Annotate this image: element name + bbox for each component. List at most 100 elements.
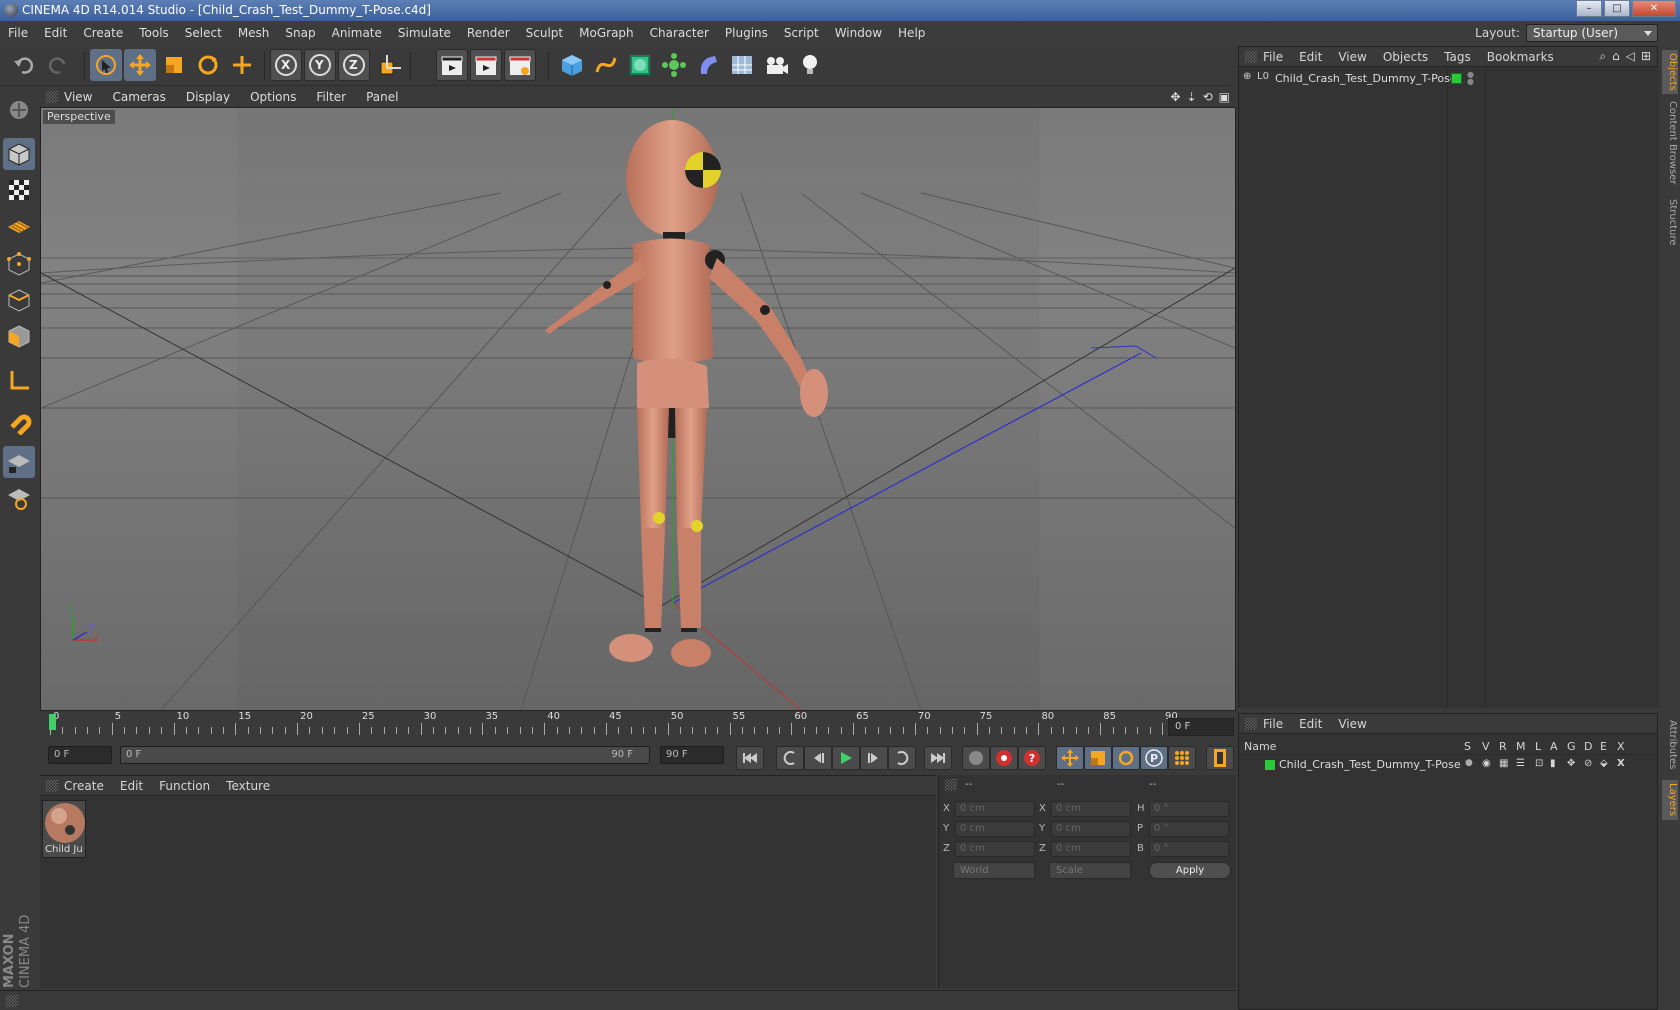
add-nurbs-button[interactable] (624, 49, 656, 81)
play-button[interactable] (832, 746, 860, 770)
material-swatch[interactable]: Child Ju (42, 800, 86, 858)
object-back-icon[interactable]: ◁ (1626, 49, 1635, 64)
layer-menu-file[interactable]: File (1263, 717, 1283, 731)
edges-mode-button[interactable] (3, 284, 35, 316)
rotation-b-field[interactable]: 0 ° (1149, 841, 1229, 857)
move-tool-button[interactable] (124, 49, 156, 81)
coordinate-system-button[interactable] (374, 49, 406, 81)
object-home-icon[interactable]: ⌂ (1612, 49, 1620, 64)
tab-structure[interactable]: Structure (1662, 194, 1678, 250)
go-to-start-button[interactable] (736, 746, 764, 770)
points-mode-button[interactable] (3, 248, 35, 280)
add-spline-button[interactable] (590, 49, 622, 81)
recent-tool-button[interactable] (226, 49, 258, 81)
key-position-button[interactable] (1056, 746, 1084, 770)
go-to-end-button[interactable] (924, 746, 952, 770)
menu-help[interactable]: Help (898, 26, 925, 40)
playhead[interactable] (49, 714, 56, 730)
scale-tool-button[interactable] (158, 49, 190, 81)
tab-content-browser[interactable]: Content Browser (1662, 98, 1678, 188)
position-z-field[interactable]: 0 cm (955, 841, 1035, 857)
layer-render-icon[interactable]: ▦ (1499, 758, 1508, 769)
planar-workplane-button[interactable] (3, 482, 35, 514)
key-rotation-button[interactable] (1112, 746, 1140, 770)
viewport-menu-panel[interactable]: Panel (366, 90, 398, 104)
viewport-menu-view[interactable]: View (64, 90, 92, 104)
visibility-dots-icon[interactable]: ● ● (1467, 71, 1474, 86)
layer-expression-icon[interactable]: ⬙ (1600, 758, 1608, 769)
layer-col-generators[interactable]: G (1567, 740, 1576, 753)
layer-generator-icon[interactable]: ✥ (1567, 758, 1575, 769)
axis-y-button[interactable]: Y (304, 49, 336, 81)
layer-col-solo[interactable]: S (1464, 740, 1471, 753)
layer-xref-icon[interactable]: X (1617, 758, 1625, 769)
next-key-button[interactable] (888, 746, 916, 770)
record-keys-button[interactable] (962, 746, 990, 770)
axis-z-button[interactable]: Z (338, 49, 370, 81)
maximize-button[interactable]: □ (1604, 0, 1630, 17)
menu-mesh[interactable]: Mesh (238, 26, 270, 40)
size-y-field[interactable]: 0 cm (1051, 821, 1131, 837)
render-settings-button[interactable] (504, 49, 536, 81)
layer-menu-edit[interactable]: Edit (1299, 717, 1322, 731)
menu-window[interactable]: Window (835, 26, 882, 40)
layer-col-animation[interactable]: A (1550, 740, 1558, 753)
menu-plugins[interactable]: Plugins (725, 26, 768, 40)
locked-workplane-button[interactable] (3, 446, 35, 478)
layer-row[interactable]: Child_Crash_Test_Dummy_T-Pose ● ◉ ▦ ☰ ⊡ … (1239, 756, 1659, 774)
object-row[interactable]: ⊕ L0 Child_Crash_Test_Dummy_T-Pose ● ● (1239, 70, 1659, 88)
record-button[interactable] (990, 746, 1018, 770)
layer-col-manager[interactable]: M (1516, 740, 1526, 753)
layer-lock-icon[interactable]: ⊡ (1535, 758, 1543, 769)
layer-eye-icon[interactable]: ◉ (1482, 758, 1491, 769)
object-menu-bookmarks[interactable]: Bookmarks (1487, 50, 1554, 64)
layer-col-deformers[interactable]: D (1584, 740, 1592, 753)
layer-col-render[interactable]: R (1499, 740, 1507, 753)
layer-color-swatch[interactable] (1451, 73, 1462, 84)
rotation-p-field[interactable]: 0 ° (1149, 821, 1229, 837)
viewport-menu-options[interactable]: Options (250, 90, 296, 104)
object-menu-view[interactable]: View (1338, 50, 1366, 64)
range-slider[interactable]: 0 F 90 F (120, 746, 650, 764)
workplane-mode-button[interactable] (3, 210, 35, 242)
timeline-ruler[interactable]: 0 5 10 15 20 25 30 35 40 45 50 55 60 65 70 75 80 85 90 (40, 711, 1236, 736)
live-selection-button[interactable] (90, 49, 122, 81)
apply-button[interactable]: Apply (1149, 862, 1231, 879)
layer-col-xref[interactable]: X (1617, 740, 1625, 753)
menu-character[interactable]: Character (650, 26, 709, 40)
minimize-button[interactable]: – (1576, 0, 1602, 17)
tab-layers[interactable]: Layers (1662, 780, 1678, 820)
model-mode-button[interactable] (3, 138, 35, 170)
size-x-field[interactable]: 0 cm (1051, 801, 1131, 817)
object-search-icon[interactable]: ⌕ (1599, 49, 1606, 64)
size-mode-dropdown[interactable]: Scale (1049, 862, 1131, 879)
menu-simulate[interactable]: Simulate (398, 26, 451, 40)
add-environment-button[interactable] (726, 49, 758, 81)
layer-manager-icon[interactable]: ☰ (1516, 758, 1525, 769)
viewport-maximize-icon[interactable]: ▣ (1219, 90, 1230, 104)
object-menu-edit[interactable]: Edit (1299, 50, 1322, 64)
timeline-window-button[interactable] (1206, 746, 1234, 770)
current-frame-field[interactable]: 0 F (1168, 718, 1234, 736)
object-name[interactable]: Child_Crash_Test_Dummy_T-Pose (1275, 72, 1457, 85)
menu-file[interactable]: File (8, 26, 28, 40)
menu-snap[interactable]: Snap (285, 26, 315, 40)
rotation-h-field[interactable]: 0 ° (1149, 801, 1229, 817)
menu-sculpt[interactable]: Sculpt (526, 26, 563, 40)
object-menu-tags[interactable]: Tags (1444, 50, 1471, 64)
menu-select[interactable]: Select (185, 26, 222, 40)
add-light-button[interactable] (794, 49, 826, 81)
expand-toggle-icon[interactable]: ⊕ (1243, 71, 1251, 82)
coordinate-space-dropdown[interactable]: World (953, 862, 1035, 879)
layer-col-view[interactable]: V (1482, 740, 1490, 753)
material-menu-create[interactable]: Create (64, 779, 104, 793)
add-deformer-button[interactable] (692, 49, 724, 81)
position-x-field[interactable]: 0 cm (955, 801, 1035, 817)
undo-button[interactable] (8, 49, 40, 81)
layer-menu-view[interactable]: View (1338, 717, 1366, 731)
object-menu-file[interactable]: File (1263, 50, 1283, 64)
layer-col-expressions[interactable]: E (1600, 740, 1607, 753)
polygons-mode-button[interactable] (3, 320, 35, 352)
key-pla-button[interactable] (1168, 746, 1196, 770)
layer-solo-icon[interactable]: ● (1465, 758, 1473, 768)
